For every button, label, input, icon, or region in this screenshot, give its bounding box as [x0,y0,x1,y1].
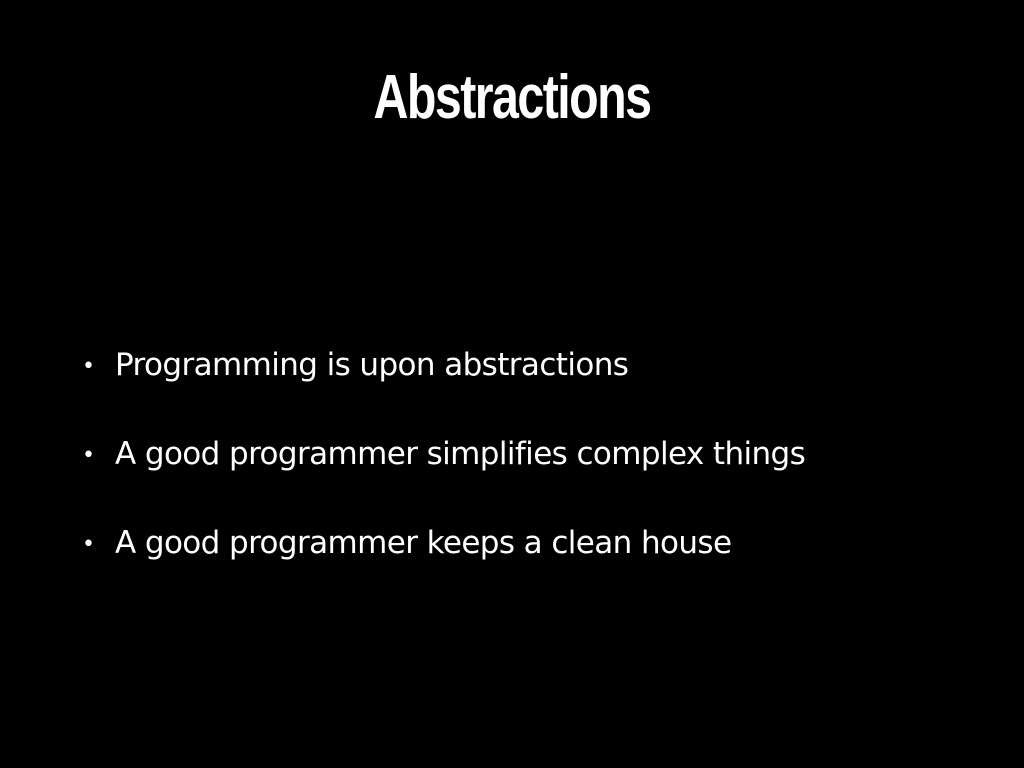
bullet-text: A good programmer keeps a clean house [115,525,732,561]
slide-title: Abstractions [373,63,652,132]
bullet-item: • A good programmer simplifies complex t… [80,432,980,521]
bullet-point-icon: • [82,443,95,468]
bullet-point-icon: • [82,532,95,557]
bullet-item: • A good programmer keeps a clean house [80,521,980,610]
slide: Abstractions • Programming is upon abstr… [0,0,1024,768]
bullet-point-icon: • [82,354,95,379]
bullet-item: • Programming is upon abstractions [80,343,980,432]
bullet-text: Programming is upon abstractions [115,347,629,383]
bullet-text: A good programmer simplifies complex thi… [115,436,806,472]
bullet-list: • Programming is upon abstractions • A g… [80,343,980,610]
